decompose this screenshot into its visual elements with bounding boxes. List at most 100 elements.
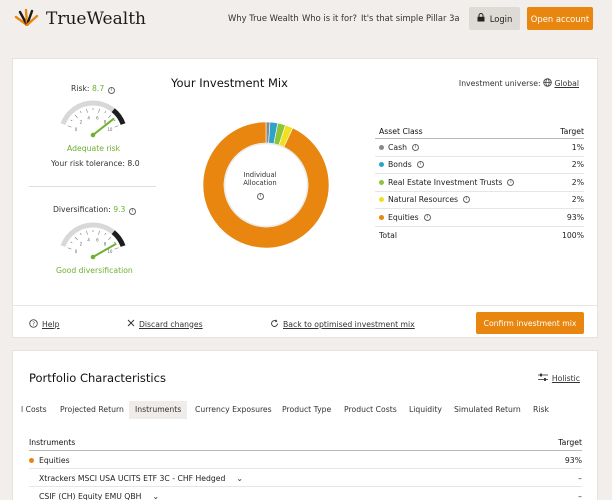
back-to-optimised-link[interactable]: Back to optimised investment mix [270, 319, 415, 330]
reits-legend-dot [379, 179, 384, 185]
top-navigation-bar: TrueWealth Why True Wealth Who is it for… [0, 0, 612, 38]
discard-changes-link[interactable]: Discard changes [127, 319, 203, 329]
refresh-icon [270, 319, 279, 330]
tab-product-costs[interactable]: Product Costs [344, 401, 397, 419]
tab-simulated-return[interactable]: Simulated Return [454, 401, 521, 419]
chevron-down-icon[interactable]: ⌄ [152, 492, 159, 500]
diversification-gauge-tick [114, 247, 119, 250]
natural-resources-legend-dot [379, 197, 384, 203]
tab-liquidity[interactable]: Liquidity [409, 401, 442, 419]
risk-gauge-hub [90, 132, 96, 138]
risk-gauge-tick-label: 4 [87, 116, 90, 121]
risk-gauge-tick [104, 111, 106, 114]
truewealth-logo[interactable]: TrueWealth [14, 8, 146, 30]
risk-value: 8.7 [91, 84, 105, 93]
instrument-row-csif[interactable]: CSIF (CH) Equity EMU QBH ⌄ – [29, 488, 582, 500]
info-icon: i [416, 161, 424, 169]
nav-its-that-simple[interactable]: It's that simple [361, 13, 423, 23]
brand-name: TrueWealth [46, 9, 146, 29]
confirm-investment-mix-button[interactable]: Confirm investment mix [476, 312, 584, 334]
risk-gauge-tick [98, 108, 100, 113]
tab-projected-return[interactable]: Projected Return [60, 401, 124, 419]
info-icon[interactable]: i [128, 208, 136, 215]
diversification-gauge-tick [104, 233, 106, 236]
info-icon: i [423, 213, 431, 221]
info-icon: i [507, 178, 515, 186]
risk-tolerance: Your risk tolerance: 8.0 [51, 159, 140, 168]
diversification-status: Good diversification [56, 266, 133, 275]
instrument-row-equities[interactable]: Equities 93% [29, 452, 582, 469]
nav-pillar-3a[interactable]: Pillar 3a [426, 13, 460, 23]
help-icon: ? [29, 319, 38, 330]
diversification-gauge-tick [98, 230, 100, 235]
tab-risk[interactable]: Risk [533, 401, 549, 419]
risk-gauge-end-band [111, 108, 126, 126]
asset-row-reits[interactable]: Real Estate Investment Trusts i 2% [375, 174, 584, 192]
diversification-label: Diversification: 9.3 i [53, 205, 136, 215]
asset-row-cash[interactable]: Cash i 1% [375, 139, 584, 157]
risk-gauge-tick-label: 6 [96, 116, 99, 121]
close-icon [127, 319, 135, 329]
nav-who-is-it-for[interactable]: Who is it for? [302, 13, 357, 23]
investment-mix-title: Your Investment Mix [171, 76, 288, 90]
risk-gauge-tick-label: 0 [75, 127, 78, 132]
svg-text:?: ? [32, 322, 35, 328]
chevron-down-icon[interactable]: ⌄ [236, 474, 243, 483]
sliders-icon [537, 373, 548, 384]
risk-tolerance-value: 8.0 [127, 159, 140, 168]
instrument-row-xtrackers[interactable]: Xtrackers MSCI USA UCITS ETF 3C - CHF He… [29, 470, 582, 487]
login-label: Login [489, 13, 513, 24]
diversification-gauge-tick-label: 4 [87, 238, 90, 243]
asset-class-table: Asset Class Target Cash i 1% Bonds i 2% Re… [375, 125, 584, 244]
risk-gauge-tick-label: 2 [80, 120, 83, 125]
investment-universe-link[interactable]: Global [554, 79, 579, 88]
asset-row-bonds[interactable]: Bonds i 2% [375, 157, 584, 174]
help-link[interactable]: ? Help [29, 319, 60, 330]
diversification-value: 9.3 [113, 205, 126, 214]
tab-instruments[interactable]: Instruments [129, 401, 188, 419]
diversification-gauge-tick [80, 233, 82, 236]
open-account-button[interactable]: Open account [527, 7, 593, 30]
risk-gauge-tick [114, 125, 119, 128]
risk-gauge-tick [86, 108, 88, 113]
risk-gauge-tick [67, 125, 72, 128]
tab-costs[interactable]: l Costs [21, 401, 47, 419]
diversification-gauge-tick-label: 6 [96, 238, 99, 243]
globe-icon [543, 78, 552, 89]
diversification-gauge-tick [70, 241, 73, 244]
diversification-gauge-tick-label: 0 [75, 249, 78, 254]
asset-row-natural-resources[interactable]: Natural Resources i 2% [375, 192, 584, 209]
diversification-gauge-tick [74, 236, 78, 241]
asset-row-total: Total 100% [379, 230, 584, 240]
risk-gauge: 024 6810 [60, 100, 126, 138]
risk-gauge-tick [74, 114, 78, 119]
equities-dot [29, 457, 34, 463]
login-button[interactable]: Login [469, 7, 520, 30]
diversification-gauge-tick [108, 236, 112, 241]
risk-status: Adequate risk [67, 144, 121, 153]
diversification-gauge-tick [67, 247, 72, 250]
diversification-gauge-hub [90, 254, 96, 260]
risk-gauge-tick [113, 119, 116, 122]
risk-gauge-tick [80, 111, 82, 114]
diversification-gauge-tick [113, 241, 116, 244]
lock-icon [477, 13, 485, 24]
nav-why-true-wealth[interactable]: Why True Wealth [228, 13, 299, 23]
asset-row-equities[interactable]: Equities i 93% [375, 209, 584, 227]
info-icon: i [463, 196, 471, 204]
diversification-gauge: 024 6810 [60, 222, 126, 260]
tab-product-type[interactable]: Product Type [282, 401, 331, 419]
characteristics-tabs: l Costs Projected Return Instruments Cur… [13, 401, 597, 421]
portfolio-characteristics-title: Portfolio Characteristics [29, 371, 166, 385]
tab-currency-exposures[interactable]: Currency Exposures [195, 401, 272, 419]
risk-gauge-tick [108, 114, 112, 119]
risk-gauge-tick-label: 10 [107, 127, 113, 132]
holistic-link[interactable]: Holistic [537, 373, 580, 384]
info-icon[interactable]: i [257, 193, 264, 200]
info-icon: i [411, 143, 419, 151]
equities-legend-dot [379, 214, 384, 220]
cash-legend-dot [379, 144, 384, 150]
diversification-gauge-tick [86, 230, 88, 235]
risk-gauge-tick [70, 119, 73, 122]
gauge-divider [29, 186, 156, 187]
